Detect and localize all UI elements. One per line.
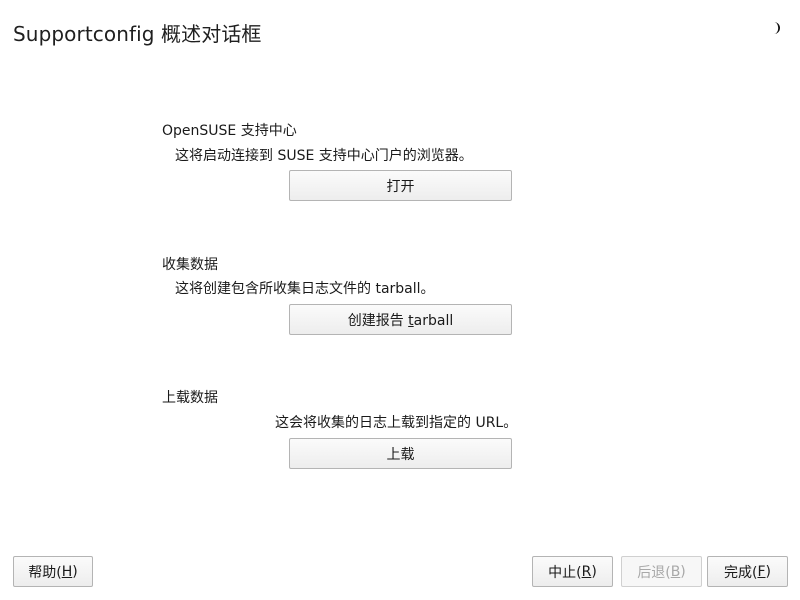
collect-data-description: 这将创建包含所收集日志文件的 tarball。 (175, 281, 435, 297)
create-report-suffix: arball (413, 312, 454, 329)
finish-mnemonic: F (757, 563, 766, 580)
abort-mnemonic: R (581, 563, 592, 580)
finish-label-suffix: ) (765, 563, 771, 580)
create-report-label: 创建报告 tarball (348, 310, 454, 330)
finish-label-prefix: 完成( (724, 564, 758, 581)
back-label-prefix: 后退( (637, 564, 671, 581)
support-center-heading: OpenSUSE 支持中心 (162, 123, 297, 139)
back-label-suffix: ) (680, 563, 686, 580)
open-button[interactable]: 打开 (289, 170, 512, 201)
finish-button[interactable]: 完成(F) (707, 556, 788, 587)
abort-label-suffix: ) (591, 563, 597, 580)
open-button-label: 打开 (386, 178, 415, 195)
help-mnemonic: H (61, 563, 73, 580)
moon-icon (774, 22, 780, 34)
upload-data-heading: 上载数据 (162, 390, 218, 406)
upload-data-description: 这会将收集的日志上载到指定的 URL。 (275, 415, 518, 431)
dialog-title: Supportconfig 概述对话框 (13, 22, 262, 46)
abort-label-prefix: 中止( (548, 564, 582, 581)
back-mnemonic: B (670, 563, 681, 580)
upload-button[interactable]: 上载 (289, 438, 512, 469)
help-label-prefix: 帮助( (28, 564, 62, 581)
create-report-prefix: 创建报告 (347, 312, 409, 329)
abort-button[interactable]: 中止(R) (532, 556, 613, 587)
help-button[interactable]: 帮助(H) (13, 556, 93, 587)
supportconfig-dialog: Supportconfig 概述对话框 OpenSUSE 支持中心 这将启动连接… (0, 0, 800, 600)
upload-button-label: 上载 (386, 446, 415, 463)
create-report-tarball-button[interactable]: 创建报告 tarball (289, 304, 512, 335)
help-label-suffix: ) (72, 563, 78, 580)
collect-data-heading: 收集数据 (162, 257, 218, 273)
support-center-description: 这将启动连接到 SUSE 支持中心门户的浏览器。 (175, 148, 473, 164)
back-button[interactable]: 后退(B) (621, 556, 702, 587)
